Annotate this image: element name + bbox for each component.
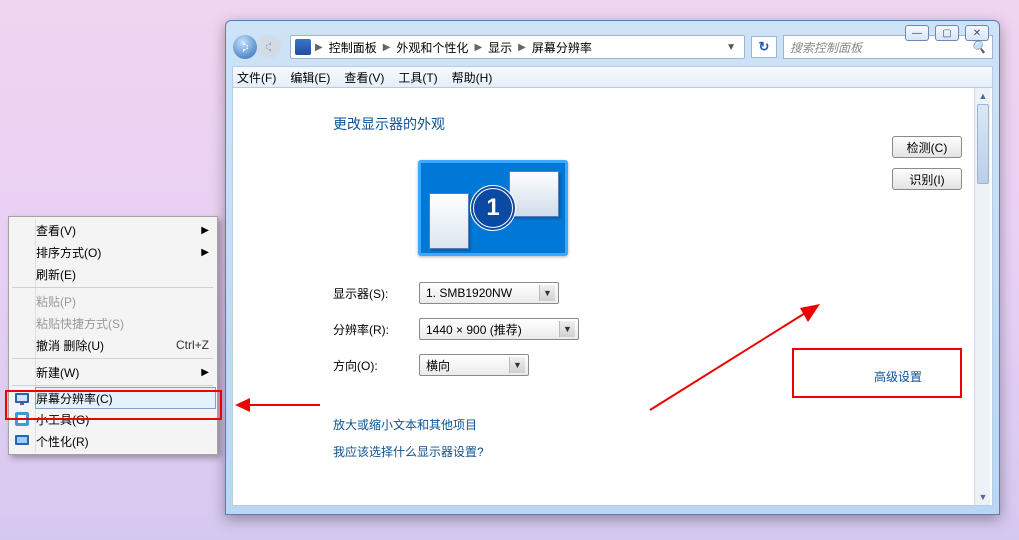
bc-sep: ▶ (313, 42, 325, 53)
detect-button[interactable]: 检测(C) (892, 136, 962, 158)
search-icon: 🔍 (971, 40, 986, 54)
breadcrumb[interactable]: ▶ 控制面板 ▶ 外观和个性化 ▶ 显示 ▶ 屏幕分辨率 ▼ (290, 35, 745, 59)
minimize-button[interactable]: — (905, 25, 929, 41)
content-area: 更改显示器的外观 1 检测(C) 识别(I) 显示器(S): 1. SMB192… (232, 88, 993, 506)
ctx-label: 查看(V) (36, 222, 76, 239)
scroll-down-icon[interactable]: ▼ (975, 489, 991, 505)
chevron-down-icon: ▼ (559, 321, 575, 337)
advanced-settings-link[interactable]: 高级设置 (874, 368, 922, 385)
ctx-refresh[interactable]: 刷新(E) (36, 263, 215, 285)
ctx-paste: 粘贴(P) (36, 290, 215, 312)
menu-tools[interactable]: 工具(T) (398, 69, 437, 86)
ctx-view[interactable]: 查看(V) ▶ (36, 219, 215, 241)
highlight-box-context (5, 390, 222, 420)
text-size-link[interactable]: 放大或缩小文本和其他项目 (333, 416, 974, 433)
nav-back-forward[interactable] (232, 33, 284, 61)
ctx-paste-shortcut: 粘贴快捷方式(S) (36, 312, 215, 334)
ctx-label: 粘贴(P) (36, 293, 76, 310)
nav-row: ▶ 控制面板 ▶ 外观和个性化 ▶ 显示 ▶ 屏幕分辨率 ▼ ↻ 搜索控制面板 … (232, 32, 993, 62)
ctx-label: 刷新(E) (36, 266, 76, 283)
ctx-personalize[interactable]: 个性化(R) (36, 430, 215, 452)
which-settings-link[interactable]: 我应该选择什么显示器设置? (333, 443, 974, 460)
bc-item[interactable]: 显示 (486, 39, 514, 56)
scroll-up-icon[interactable]: ▲ (975, 88, 991, 104)
orientation-value: 横向 (426, 357, 450, 374)
display-select[interactable]: 1. SMB1920NW ▼ (419, 282, 559, 304)
ctx-label: 粘贴快捷方式(S) (36, 315, 124, 332)
bc-sep: ▶ (381, 42, 393, 53)
scroll-thumb[interactable] (977, 104, 989, 184)
bc-item[interactable]: 控制面板 (327, 39, 379, 56)
ctx-undo-delete[interactable]: 撤消 删除(U) Ctrl+Z (36, 334, 215, 356)
resolution-select[interactable]: 1440 × 900 (推荐) ▼ (419, 318, 579, 340)
menu-file[interactable]: 文件(F) (237, 69, 276, 86)
menu-view[interactable]: 查看(V) (344, 69, 384, 86)
chevron-right-icon: ▶ (201, 225, 209, 236)
ctx-new[interactable]: 新建(W) ▶ (36, 361, 215, 383)
chevron-down-icon: ▼ (539, 285, 555, 301)
display-value: 1. SMB1920NW (426, 286, 512, 300)
resolution-value: 1440 × 900 (推荐) (426, 321, 522, 338)
close-button[interactable]: ✕ (965, 25, 989, 41)
menu-bar: 文件(F) 编辑(E) 查看(V) 工具(T) 帮助(H) (232, 66, 993, 88)
search-placeholder: 搜索控制面板 (790, 39, 862, 56)
ctx-label: 个性化(R) (36, 433, 89, 450)
ctx-label: 排序方式(O) (36, 244, 101, 261)
refresh-button[interactable]: ↻ (751, 36, 777, 58)
ctx-label: 新建(W) (36, 364, 79, 381)
control-panel-window: — ▢ ✕ ▶ 控制面板 ▶ 外观和个性化 (225, 20, 1000, 515)
ctx-shortcut: Ctrl+Z (176, 338, 209, 352)
vertical-scrollbar[interactable]: ▲ ▼ (974, 88, 990, 505)
maximize-button[interactable]: ▢ (935, 25, 959, 41)
help-links: 放大或缩小文本和其他项目 我应该选择什么显示器设置? (333, 416, 974, 460)
menu-edit[interactable]: 编辑(E) (290, 69, 330, 86)
breadcrumb-dropdown[interactable]: ▼ (722, 42, 740, 53)
bc-item[interactable]: 屏幕分辨率 (530, 39, 594, 56)
bc-item[interactable]: 外观和个性化 (394, 39, 470, 56)
identify-button[interactable]: 识别(I) (892, 168, 962, 190)
chevron-down-icon: ▼ (509, 357, 525, 373)
resolution-label: 分辨率(R): (333, 321, 403, 338)
ctx-label: 撤消 删除(U) (36, 337, 104, 354)
monitor-preview[interactable]: 1 (333, 148, 653, 268)
ctx-sort[interactable]: 排序方式(O) ▶ (36, 241, 215, 263)
window-controls: — ▢ ✕ (905, 25, 989, 41)
display-label: 显示器(S): (333, 285, 403, 302)
personalize-icon (14, 433, 30, 449)
bc-sep: ▶ (472, 42, 484, 53)
control-panel-icon (295, 39, 311, 55)
chevron-right-icon: ▶ (201, 247, 209, 258)
bc-sep: ▶ (516, 42, 528, 53)
monitor-thumbnail[interactable]: 1 (418, 160, 568, 256)
chevron-right-icon: ▶ (201, 367, 209, 378)
page-title: 更改显示器的外观 (333, 114, 974, 134)
menu-help[interactable]: 帮助(H) (452, 69, 493, 86)
monitor-number: 1 (470, 185, 516, 231)
orientation-select[interactable]: 横向 ▼ (419, 354, 529, 376)
orientation-label: 方向(O): (333, 357, 403, 374)
